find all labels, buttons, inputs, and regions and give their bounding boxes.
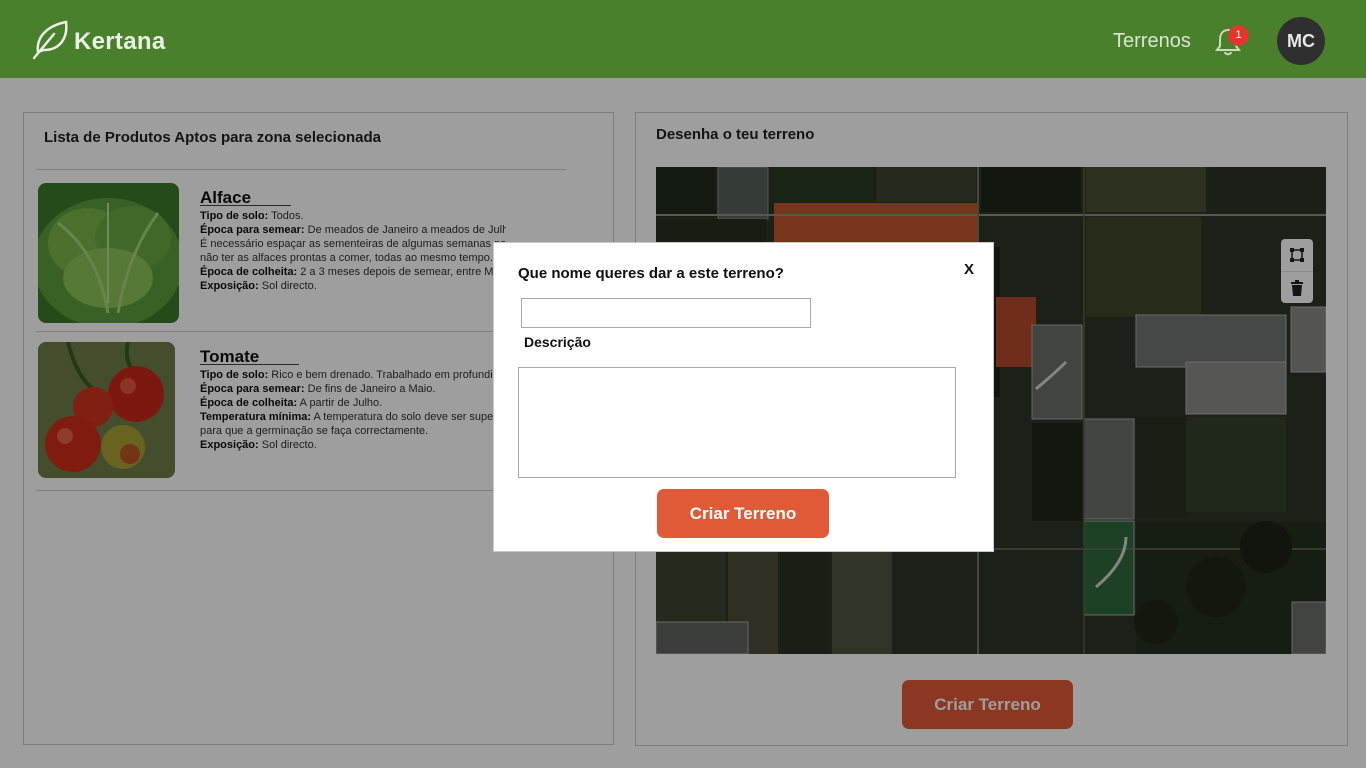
terrain-name-input[interactable] <box>521 298 811 328</box>
brand-name: Kertana <box>74 28 166 55</box>
leaf-logo-icon <box>32 20 68 60</box>
notification-badge: 1 <box>1228 25 1249 46</box>
description-label: Descrição <box>524 334 591 350</box>
nav-terrenos-link[interactable]: Terrenos <box>1113 30 1191 53</box>
modal-question: Que nome queres dar a este terreno? <box>518 265 784 282</box>
description-textarea[interactable] <box>518 367 956 478</box>
close-icon[interactable]: X <box>964 261 974 278</box>
modal-create-terrain-button[interactable]: Criar Terreno <box>657 489 829 538</box>
create-terrain-modal: Que nome queres dar a este terreno? X De… <box>493 242 994 552</box>
top-header: Kertana Terrenos 1 MC <box>0 0 1366 78</box>
user-avatar[interactable]: MC <box>1277 17 1325 65</box>
brand-logo[interactable]: Kertana <box>30 18 165 60</box>
